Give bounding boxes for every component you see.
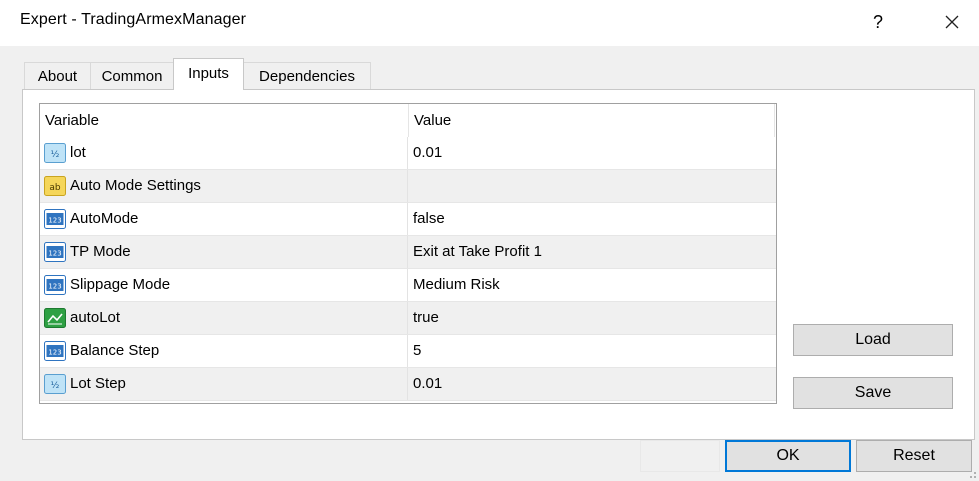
variable-cell: ½ lot bbox=[40, 137, 408, 169]
table-row[interactable]: 123 TP Mode Exit at Take Profit 1 bbox=[40, 236, 776, 269]
value-cell[interactable]: 0.01 bbox=[409, 368, 776, 400]
variable-name: Balance Step bbox=[70, 342, 160, 359]
svg-text:123: 123 bbox=[48, 349, 61, 357]
ok-button[interactable]: OK bbox=[725, 440, 851, 472]
string-type-icon: ab bbox=[44, 176, 66, 196]
table-row[interactable]: 123 AutoMode false bbox=[40, 203, 776, 236]
hidden-button bbox=[640, 440, 720, 472]
variable-cell: 123 Slippage Mode bbox=[40, 269, 408, 301]
value-cell[interactable]: 0.01 bbox=[409, 137, 776, 169]
tab-common[interactable]: Common bbox=[90, 62, 174, 90]
save-button[interactable]: Save bbox=[793, 377, 953, 409]
resize-grip-icon[interactable] bbox=[965, 467, 977, 479]
column-header-variable[interactable]: Variable bbox=[40, 104, 409, 137]
table-row[interactable]: 123 Slippage Mode Medium Risk bbox=[40, 269, 776, 302]
svg-text:123: 123 bbox=[48, 217, 61, 225]
window-title: Expert - TradingArmexManager bbox=[20, 11, 247, 28]
variable-cell: ab Auto Mode Settings bbox=[40, 170, 408, 202]
variable-name: Lot Step bbox=[70, 375, 126, 392]
table-row[interactable]: ab Auto Mode Settings bbox=[40, 170, 776, 203]
integer-type-icon: 123 bbox=[44, 275, 66, 295]
bool-type-icon bbox=[44, 308, 66, 328]
close-icon bbox=[945, 15, 959, 29]
variable-name: autoLot bbox=[70, 309, 121, 326]
table-row[interactable]: ½ lot 0.01 bbox=[40, 137, 776, 170]
column-header-value[interactable]: Value bbox=[409, 104, 776, 137]
table-row[interactable]: ½ Lot Step 0.01 bbox=[40, 368, 776, 401]
svg-text:½: ½ bbox=[51, 150, 60, 160]
value-cell[interactable]: 5 bbox=[409, 335, 776, 367]
table-row[interactable]: 123 Balance Step 5 bbox=[40, 335, 776, 368]
svg-text:123: 123 bbox=[48, 283, 61, 291]
tab-about[interactable]: About bbox=[24, 62, 91, 90]
variable-cell: ½ Lot Step bbox=[40, 368, 408, 400]
svg-text:ab: ab bbox=[49, 183, 61, 193]
integer-type-icon: 123 bbox=[44, 209, 66, 229]
load-button[interactable]: Load bbox=[793, 324, 953, 356]
variable-cell: 123 TP Mode bbox=[40, 236, 408, 268]
variable-name: lot bbox=[70, 144, 86, 161]
variable-name: Slippage Mode bbox=[70, 276, 171, 293]
inputs-grid: Variable Value ½ lot 0.01 ab Auto Mode S… bbox=[39, 103, 777, 404]
svg-text:½: ½ bbox=[51, 381, 60, 391]
value-cell[interactable] bbox=[409, 170, 776, 202]
value-cell[interactable]: Exit at Take Profit 1 bbox=[409, 236, 776, 268]
column-divider[interactable] bbox=[774, 104, 775, 137]
variable-name: AutoMode bbox=[70, 210, 139, 227]
integer-type-icon: 123 bbox=[44, 341, 66, 361]
grid-header: Variable Value bbox=[40, 104, 776, 137]
variable-cell: autoLot bbox=[40, 302, 408, 334]
svg-text:123: 123 bbox=[48, 250, 61, 258]
double-type-icon: ½ bbox=[44, 143, 66, 163]
value-cell[interactable]: false bbox=[409, 203, 776, 235]
title-bar: Expert - TradingArmexManager ? bbox=[0, 0, 979, 46]
reset-button[interactable]: Reset bbox=[856, 440, 972, 472]
variable-cell: 123 Balance Step bbox=[40, 335, 408, 367]
close-button[interactable] bbox=[938, 8, 966, 36]
table-row[interactable]: autoLot true bbox=[40, 302, 776, 335]
dialog-body: About Common Inputs Dependencies Variabl… bbox=[0, 46, 979, 481]
integer-type-icon: 123 bbox=[44, 242, 66, 262]
value-cell[interactable]: true bbox=[409, 302, 776, 334]
tab-inputs[interactable]: Inputs bbox=[173, 58, 244, 90]
variable-cell: 123 AutoMode bbox=[40, 203, 408, 235]
variable-name: TP Mode bbox=[70, 243, 131, 260]
inputs-panel: Variable Value ½ lot 0.01 ab Auto Mode S… bbox=[22, 89, 975, 440]
help-button[interactable]: ? bbox=[864, 8, 892, 36]
variable-name: Auto Mode Settings bbox=[70, 177, 201, 194]
value-cell[interactable]: Medium Risk bbox=[409, 269, 776, 301]
double-type-icon: ½ bbox=[44, 374, 66, 394]
tab-dependencies[interactable]: Dependencies bbox=[243, 62, 371, 90]
